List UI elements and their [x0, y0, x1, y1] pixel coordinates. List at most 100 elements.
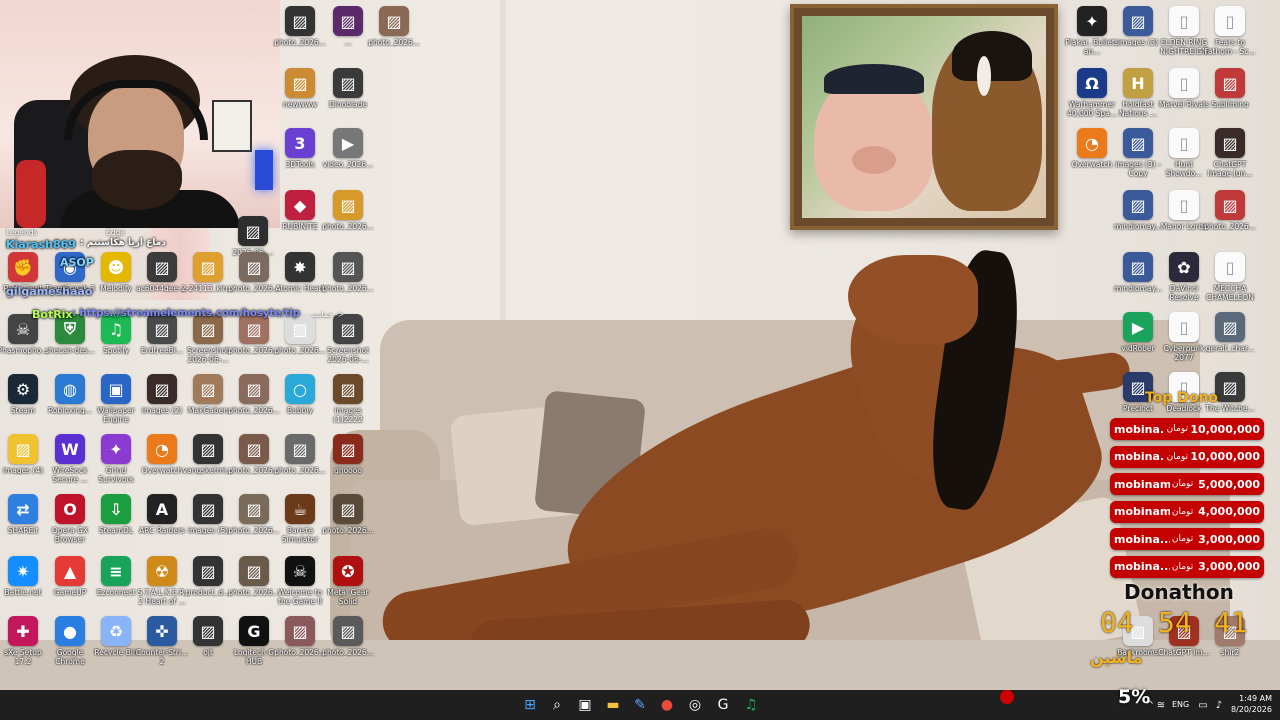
- image-icon: ▨: [333, 6, 363, 36]
- image-icon: ▨: [193, 556, 223, 586]
- gaming-chair-accent: [16, 160, 46, 228]
- dono-row: mobina... تومان 3,000,000: [1110, 555, 1264, 578]
- dono-name: mobina...: [1114, 450, 1165, 463]
- cs2-icon: ✜: [147, 616, 177, 646]
- task-view-icon[interactable]: ▣: [574, 694, 596, 716]
- chat-message: : دماغ اریا هکاستیم: [80, 238, 166, 248]
- desktop-shortcut-label: photo_2026...: [368, 38, 420, 47]
- desktop-shortcut[interactable]: ▯ MECCHA CHAMELEON: [1202, 250, 1258, 310]
- desktop-shortcut-label: shir2: [1220, 648, 1240, 657]
- search-icon[interactable]: ⌕: [546, 694, 568, 716]
- earth-icon: ◍: [55, 374, 85, 404]
- image-icon: ▨: [285, 434, 315, 464]
- logitech-icon[interactable]: G: [712, 694, 734, 716]
- wiresock-icon: W: [55, 434, 85, 464]
- dono-row: mobina... تومان 3,000,000: [1110, 528, 1264, 550]
- start-icon[interactable]: ⊞: [519, 694, 541, 716]
- dono-amount: 3,000,000: [1198, 560, 1260, 573]
- dono-name: mobinam...: [1114, 477, 1170, 491]
- file-icon: ▯: [1169, 190, 1199, 220]
- webcam-caption: Edge: [106, 228, 125, 237]
- language-indicator[interactable]: ENG: [1172, 700, 1189, 709]
- system-clock[interactable]: 1:49 AM 8/20/2026: [1228, 693, 1272, 715]
- ezconnect-icon: ≡: [101, 556, 131, 586]
- stream-chat-overlay: Legends Edge Kiarash869 : دماغ اریا هکاس…: [0, 228, 344, 328]
- shareit-icon: ⇄: [8, 494, 38, 524]
- chat-username: BotRix: [32, 308, 73, 321]
- image-icon: ▨: [239, 556, 269, 586]
- dono-name: mobinam...: [1114, 505, 1170, 518]
- dono-currency: تومان: [1171, 534, 1194, 544]
- image-icon: ▨: [8, 434, 38, 464]
- dono-currency: تومان: [1171, 479, 1194, 489]
- framed-horse-blaze: [977, 56, 991, 96]
- desktop-shortcut-label: photo_2026...: [322, 526, 374, 535]
- chat-link[interactable]: : https://streamelements.com/hosyte/tip: [72, 308, 300, 319]
- desktop-shortcut[interactable]: ▨ images (1)2222: [320, 372, 376, 432]
- desktop-shortcut-label: photo_2026...: [322, 648, 374, 657]
- progress-percent: 5%: [1118, 686, 1151, 708]
- image-icon: ▨: [1215, 312, 1245, 342]
- wallpaper-picture-frame: [790, 4, 1058, 230]
- file-explorer-icon[interactable]: ▬: [602, 694, 624, 716]
- app-icon: ◆: [285, 190, 315, 220]
- steam-icon: ⚙: [8, 374, 38, 404]
- image-icon: ▨: [147, 374, 177, 404]
- sxe-icon: ✚: [8, 616, 38, 646]
- desktop-shortcut-label: ghoooo: [334, 466, 362, 475]
- holdfast-icon: H: [1123, 68, 1153, 98]
- file-icon: ▯: [1169, 68, 1199, 98]
- pen-icon[interactable]: ✎: [629, 694, 651, 716]
- coffee-icon: ☕: [285, 494, 315, 524]
- dono-row: mobinam...تومان 5,000,000: [1110, 473, 1264, 495]
- desktop-shortcut-label: geralt_char...: [1205, 344, 1255, 353]
- spotify-icon[interactable]: ♫: [740, 694, 762, 716]
- image-icon: ▨: [1123, 190, 1153, 220]
- recycle-bin-icon: ♻: [101, 616, 131, 646]
- desktop-shortcut[interactable]: ▨ geralt_char...: [1202, 310, 1258, 370]
- chat-username: ASOP: [60, 256, 94, 269]
- image-icon: ▨: [333, 252, 363, 282]
- wallpaper-icon: ▣: [101, 374, 131, 404]
- desktop-shortcut[interactable]: ▨ ChatGPT Image Jun...: [1202, 126, 1258, 186]
- dono-amount: 10,000,000: [1190, 422, 1260, 436]
- desktop-shortcut-label: MECCHA CHAMELEON: [1206, 284, 1254, 302]
- chat-username: gilgameshaao: [6, 285, 93, 298]
- desktop-shortcut[interactable]: ✪ Metal Gear Solid: [320, 554, 376, 614]
- arc-icon: A: [147, 494, 177, 524]
- image-icon: ▨: [333, 494, 363, 524]
- desktop-shortcut[interactable]: ▨ Sublimino: [1202, 66, 1258, 126]
- desktop-shortcut-label: Fears to Fathom - Sc...: [1204, 38, 1256, 56]
- volume-icon[interactable]: ♪: [1208, 694, 1230, 716]
- mgs-icon: ✪: [333, 556, 363, 586]
- desktop-shortcut[interactable]: ▶ video_2026...: [320, 126, 376, 186]
- desktop-shortcut-label: images (1)2222: [333, 406, 363, 424]
- image-icon: ▨: [333, 190, 363, 220]
- vidrober-icon: ▶: [1123, 312, 1153, 342]
- bubbly-icon: ○: [285, 374, 315, 404]
- obs-icon[interactable]: ◎: [684, 694, 706, 716]
- desktop-shortcut[interactable]: ▯ Fears to Fathom - Sc...: [1202, 4, 1258, 64]
- streamer-beard: [92, 150, 182, 210]
- clock-time: 1:49 AM: [1239, 694, 1272, 703]
- chrome-icon[interactable]: ●: [656, 694, 678, 716]
- wallpaper-framed-photo: [802, 16, 1046, 218]
- desktop-shortcut[interactable]: ▨ photo_2026...: [320, 492, 376, 552]
- 3d-icon: 3: [285, 128, 315, 158]
- image-icon: ▨: [285, 616, 315, 646]
- file-icon: ▯: [1169, 6, 1199, 36]
- desktop-shortcut[interactable]: ▨ ghoooo: [320, 432, 376, 492]
- image-icon: ▨: [193, 434, 223, 464]
- image-icon: ▨: [285, 6, 315, 36]
- clock-date: 8/20/2026: [1230, 705, 1272, 714]
- game-icon: ✦: [101, 434, 131, 464]
- logitech-icon: G: [239, 616, 269, 646]
- desktop-shortcut[interactable]: ▨ Dinoblade: [320, 66, 376, 126]
- desktop-shortcut[interactable]: ▨ photo_2026...: [366, 4, 422, 64]
- warhammer-icon: Ω: [1077, 68, 1107, 98]
- image-icon: ▨: [1123, 6, 1153, 36]
- desktop-shortcut[interactable]: ▨ photo_2026...: [1202, 188, 1258, 248]
- image-icon: ▨: [1215, 68, 1245, 98]
- desktop-shortcut[interactable]: ▨ photo_2026...: [320, 614, 376, 674]
- wifi-icon[interactable]: ≋: [1150, 694, 1172, 716]
